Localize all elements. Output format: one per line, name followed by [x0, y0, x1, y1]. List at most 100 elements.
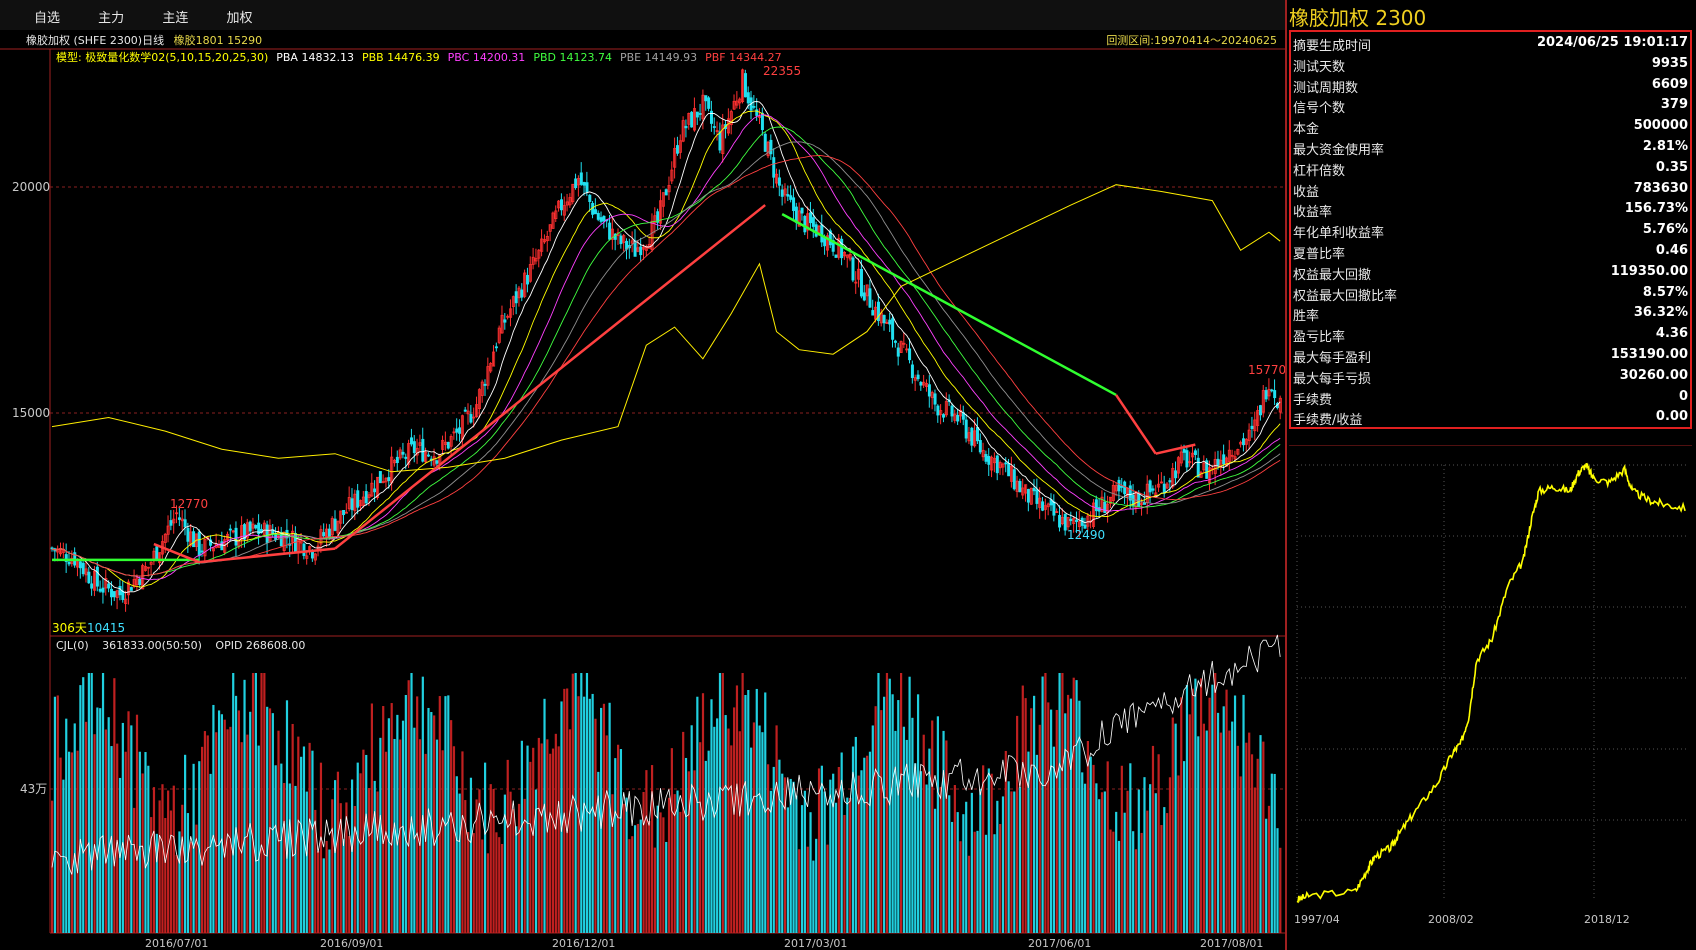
- candle: [254, 524, 258, 530]
- candle: [922, 374, 926, 388]
- candle: [330, 516, 334, 544]
- candle: [112, 591, 116, 602]
- candle: [964, 413, 968, 443]
- candle: [166, 515, 170, 543]
- volume-bar: [172, 785, 175, 933]
- volume-bar: [863, 757, 866, 933]
- candle: [1165, 482, 1169, 490]
- x-tick-4: 2017/06/01: [1028, 937, 1091, 950]
- candle: [1202, 455, 1206, 473]
- candle: [1029, 487, 1033, 505]
- summary-value: 36.32%: [1633, 305, 1688, 321]
- volume-opid: OPID 268608.00: [215, 639, 306, 652]
- volume-bar: [1143, 777, 1146, 933]
- volume-bar: [713, 726, 716, 933]
- summary-row: 最大每手盈利 153190.00: [1293, 345, 1688, 366]
- volume-bar: [127, 711, 130, 933]
- volume-bar: [1146, 810, 1149, 933]
- volume-bar: [1117, 840, 1121, 933]
- candle: [709, 100, 713, 132]
- y-tick-15000: 15000: [12, 406, 50, 420]
- volume-bar: [557, 746, 560, 933]
- volume-bar: [588, 698, 591, 933]
- volume-bar: [815, 838, 818, 933]
- candle: [806, 206, 810, 239]
- candle: [514, 284, 518, 315]
- volume-bar: [342, 839, 345, 933]
- signal-long-1: [781, 213, 1117, 397]
- candle: [738, 97, 742, 110]
- volume-bar: [1038, 724, 1041, 933]
- volume-bar: [356, 762, 359, 933]
- candle: [313, 552, 317, 565]
- candle: [865, 284, 869, 306]
- volume-bar: [888, 678, 891, 933]
- candle: [540, 229, 544, 257]
- volume-bar: [175, 854, 178, 933]
- volume-bar: [648, 820, 651, 933]
- summary-key: 测试周期数: [1293, 80, 1359, 96]
- candle: [820, 214, 824, 247]
- volume-bar: [353, 806, 357, 933]
- candle: [576, 175, 580, 197]
- candle: [1049, 493, 1053, 512]
- volume-bar: [554, 733, 557, 933]
- volume-bar: [133, 807, 136, 933]
- volume-bar: [452, 746, 456, 933]
- volume-bar: [203, 731, 207, 933]
- candle: [579, 162, 583, 186]
- volume-bar: [107, 717, 110, 933]
- volume-bar: [959, 841, 962, 933]
- candle: [344, 503, 348, 514]
- candle: [987, 448, 991, 477]
- volume-bar: [1219, 732, 1222, 933]
- summary-row: 杠杆倍数 0.35: [1293, 158, 1688, 179]
- volume-bar: [67, 751, 71, 933]
- candle: [1227, 440, 1231, 470]
- volume-bar: [399, 739, 402, 933]
- volume-bar: [212, 704, 215, 933]
- candle: [664, 188, 668, 196]
- volume-bar: [498, 837, 501, 933]
- volume-bar: [220, 714, 223, 933]
- volume-bar: [645, 770, 648, 933]
- candle: [78, 560, 82, 579]
- candle: [1148, 479, 1152, 503]
- volume-bar: [885, 673, 889, 933]
- equity-chart[interactable]: 1997/04 2008/02 2018/12: [1289, 445, 1692, 935]
- volume-bar: [866, 755, 869, 933]
- volume-bar: [812, 860, 815, 933]
- volume-bar: [585, 673, 589, 933]
- summary-value: 119350.00: [1610, 263, 1688, 279]
- summary-row: 最大资金使用率 2.81%: [1293, 137, 1688, 158]
- volume-bar: [1126, 790, 1129, 933]
- volume-bar: [1185, 685, 1189, 933]
- candle: [1043, 498, 1047, 520]
- summary-row: 收益 783630: [1293, 179, 1688, 200]
- volume-bar: [1078, 700, 1081, 933]
- volume-bar: [970, 792, 973, 933]
- candle: [1009, 456, 1013, 488]
- candle: [814, 221, 818, 238]
- volume-bar: [902, 726, 906, 933]
- volume-bar: [410, 673, 413, 933]
- candle: [1159, 472, 1163, 484]
- volume-bar: [617, 744, 620, 933]
- summary-row: 盈亏比率 4.36: [1293, 324, 1688, 345]
- volume-bar: [1075, 680, 1078, 933]
- volume-bar: [956, 812, 959, 933]
- candle: [186, 522, 190, 553]
- candle: [854, 271, 858, 294]
- price-chart[interactable]: 20000 15000 43万 22355 12770 306天 10415 1…: [0, 0, 1285, 950]
- backtest-summary: 摘要生成时间 2024/06/25 19:01:17 测试天数 9935 测试周期数 66…: [1289, 30, 1692, 429]
- volume-bar: [846, 797, 849, 933]
- candle: [653, 207, 657, 234]
- volume-bar: [444, 696, 447, 933]
- candle: [129, 586, 133, 591]
- volume-bar: [515, 826, 518, 933]
- volume-bar: [1055, 709, 1058, 933]
- candle: [1230, 449, 1234, 461]
- candle: [1176, 455, 1180, 479]
- volume-bar: [526, 745, 529, 933]
- summary-value: 156.73%: [1624, 201, 1688, 217]
